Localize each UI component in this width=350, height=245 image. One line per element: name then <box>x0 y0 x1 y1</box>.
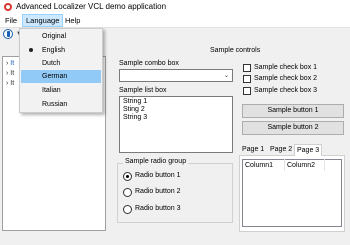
menu-language[interactable]: Language <box>22 14 64 27</box>
check-box-label-2[interactable]: Sample check box 2 <box>254 75 317 82</box>
sample-controls-title: Sample controls <box>210 47 261 54</box>
list-view[interactable] <box>242 159 342 227</box>
sample-button-2[interactable]: Sample button 2 <box>242 121 344 135</box>
check-box-label-3[interactable]: Sample check box 3 <box>254 87 317 94</box>
list-label: Sample list box <box>119 87 167 94</box>
window-title: Advanced Localizer VCL demo application <box>16 2 167 11</box>
app-icon <box>4 3 12 11</box>
radio-label-3[interactable]: Radio button 3 <box>135 205 181 212</box>
menu-item-german[interactable]: German <box>21 70 101 83</box>
tab-page-1[interactable]: Page 1 <box>240 144 266 156</box>
language-dropdown-menu: Original English Dutch German Italian Ru… <box>19 28 103 113</box>
list-item[interactable]: String 3 <box>123 114 147 121</box>
column-header-2[interactable]: Column2 <box>287 162 315 169</box>
title-bar: Advanced Localizer VCL demo application <box>0 0 350 14</box>
list-item[interactable]: String 1 <box>123 98 147 105</box>
radio-label-1[interactable]: Radio button 1 <box>135 172 181 179</box>
check-box-label-1[interactable]: Sample check box 1 <box>254 64 317 71</box>
tab-page-2[interactable]: Page 2 <box>268 144 294 156</box>
check-box-2[interactable] <box>243 75 251 83</box>
menu-item-english[interactable]: English <box>21 44 101 57</box>
column-header-1[interactable]: Column1 <box>245 162 273 169</box>
menu-item-dutch[interactable]: Dutch <box>21 57 101 70</box>
column-separator <box>284 159 285 171</box>
radio-group-title: Sample radio group <box>123 158 189 165</box>
column-separator <box>324 159 325 171</box>
menu-item-original[interactable]: Original <box>21 30 101 43</box>
combo-label: Sample combo box <box>119 60 179 67</box>
menu-file[interactable]: File <box>2 14 20 27</box>
tab-page-3[interactable]: Page 3 <box>294 144 323 156</box>
radio-button-1[interactable] <box>123 172 132 181</box>
tree-item[interactable]: › It <box>6 70 14 77</box>
sample-button-1[interactable]: Sample button 1 <box>242 104 344 118</box>
tree-item[interactable]: › It <box>6 60 14 67</box>
radio-label-2[interactable]: Radio button 2 <box>135 188 181 195</box>
chevron-down-icon[interactable]: ⌄ <box>224 72 229 79</box>
menu-bar: File Language Help <box>0 14 350 28</box>
sample-combo-box[interactable]: ⌄ <box>119 69 233 82</box>
selected-bullet-icon <box>29 48 33 52</box>
tree-item[interactable]: › It <box>6 80 14 87</box>
sample-list-box[interactable]: String 1 Sting 2 String 3 <box>119 96 233 153</box>
radio-button-3[interactable] <box>123 205 132 214</box>
radio-button-2[interactable] <box>123 188 132 197</box>
check-box-1[interactable] <box>243 64 251 72</box>
menu-item-russian[interactable]: Russian <box>21 98 101 111</box>
language-icon[interactable] <box>3 29 13 39</box>
menu-help[interactable]: Help <box>62 14 83 27</box>
menu-item-italian[interactable]: Italian <box>21 84 101 97</box>
check-box-3[interactable] <box>243 87 251 95</box>
list-item[interactable]: Sting 2 <box>123 106 145 113</box>
